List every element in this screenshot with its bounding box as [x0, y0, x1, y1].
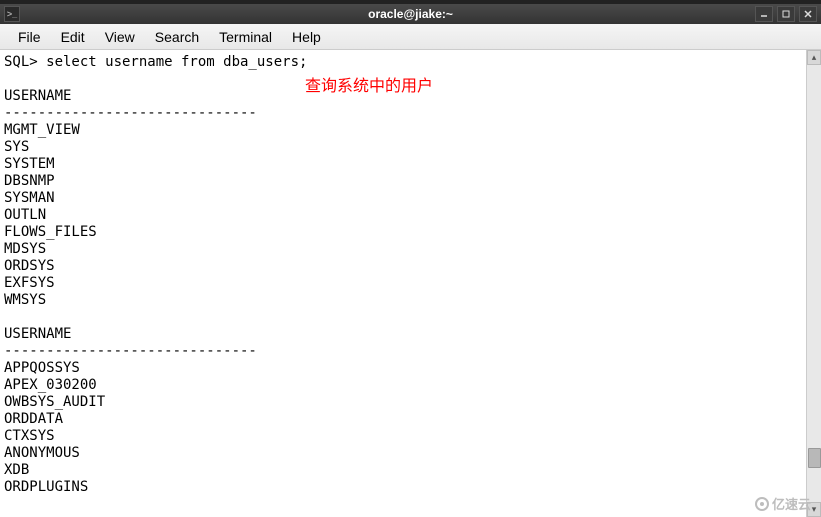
table-row: ORDSYS — [4, 258, 55, 274]
menu-view[interactable]: View — [95, 27, 145, 47]
divider-line: ------------------------------ — [4, 343, 257, 359]
terminal-icon: >_ — [4, 6, 20, 22]
table-row: SYSTEM — [4, 156, 55, 172]
column-header: USERNAME — [4, 88, 71, 104]
table-row: OWBSYS_AUDIT — [4, 394, 105, 410]
terminal-area: SQL> select username from dba_users; USE… — [0, 50, 821, 517]
terminal-content[interactable]: SQL> select username from dba_users; USE… — [0, 50, 806, 517]
menu-search[interactable]: Search — [145, 27, 209, 47]
table-row: CTXSYS — [4, 428, 55, 444]
table-row: FLOWS_FILES — [4, 224, 97, 240]
table-row: APEX_030200 — [4, 377, 97, 393]
minimize-button[interactable] — [755, 6, 773, 22]
close-button[interactable] — [799, 6, 817, 22]
table-row: EXFSYS — [4, 275, 55, 291]
table-row: XDB — [4, 462, 29, 478]
titlebar: >_ oracle@jiake:~ — [0, 4, 821, 24]
menu-help[interactable]: Help — [282, 27, 331, 47]
table-row: ORDDATA — [4, 411, 63, 427]
column-header: USERNAME — [4, 326, 71, 342]
table-row: MGMT_VIEW — [4, 122, 80, 138]
table-row: OUTLN — [4, 207, 46, 223]
table-row: APPQOSSYS — [4, 360, 80, 376]
table-row: SYS — [4, 139, 29, 155]
scrollbar-thumb[interactable] — [808, 448, 821, 468]
watermark-text: 亿速云 — [772, 494, 811, 513]
table-row: ORDPLUGINS — [4, 479, 88, 495]
annotation-text: 查询系统中的用户 — [305, 78, 433, 95]
menu-file[interactable]: File — [8, 27, 51, 47]
scrollbar[interactable]: ▴ ▾ — [806, 50, 821, 517]
table-row: MDSYS — [4, 241, 46, 257]
table-row: ANONYMOUS — [4, 445, 80, 461]
menubar: File Edit View Search Terminal Help — [0, 24, 821, 50]
divider-line: ------------------------------ — [4, 105, 257, 121]
menu-terminal[interactable]: Terminal — [209, 27, 282, 47]
window-title: oracle@jiake:~ — [368, 7, 453, 21]
sql-prompt-line: SQL> select username from dba_users; — [4, 54, 307, 70]
table-row: DBSNMP — [4, 173, 55, 189]
scrollbar-up-button[interactable]: ▴ — [807, 50, 821, 65]
maximize-button[interactable] — [777, 6, 795, 22]
menu-edit[interactable]: Edit — [51, 27, 95, 47]
watermark-icon — [755, 497, 769, 511]
table-row: SYSMAN — [4, 190, 55, 206]
window-controls — [755, 6, 817, 22]
table-row: WMSYS — [4, 292, 46, 308]
watermark: 亿速云 — [755, 494, 811, 513]
